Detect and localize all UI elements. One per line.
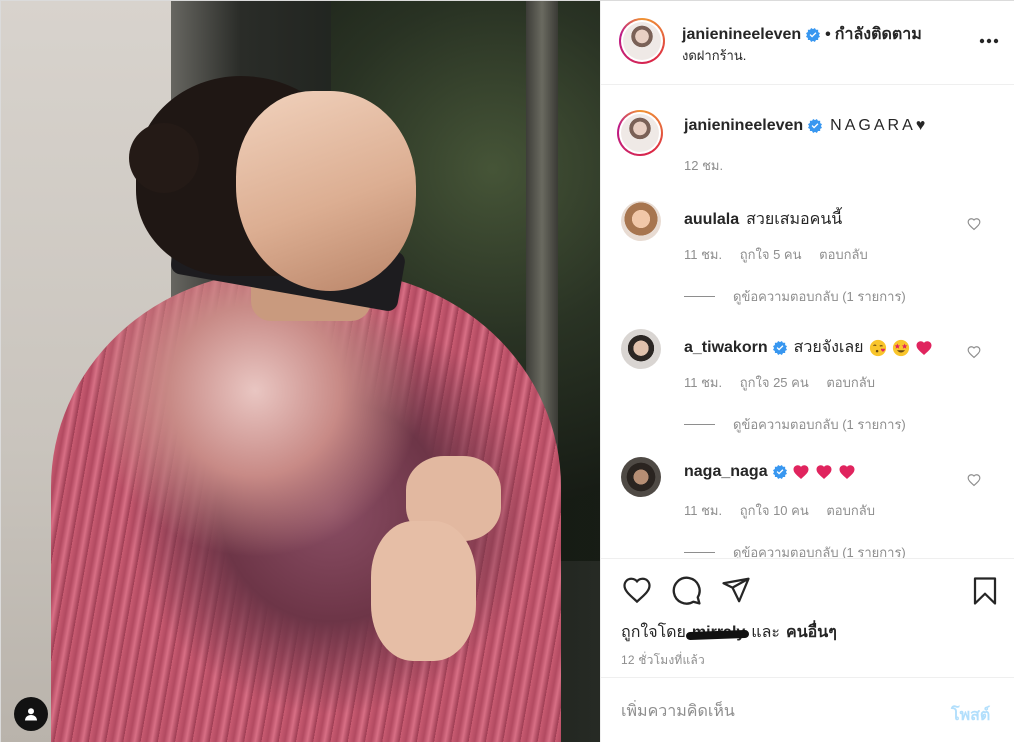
comment-item: a_tiwakorn สวยจังเลย 11 ชม. ถูกใจ 25 คน … xyxy=(601,329,1014,457)
comment-text: สวยจังเลย xyxy=(793,339,864,356)
likes-prefix: ถูกใจโดย xyxy=(621,624,686,641)
view-replies-button[interactable]: ดูข้อความตอบกลับ (1 รายการ) xyxy=(684,542,906,558)
commenter-username[interactable]: auulala xyxy=(684,211,739,229)
caption-username[interactable]: janienineeleven xyxy=(684,117,803,135)
caption: janienineeleven NAGARA♥ xyxy=(684,117,928,135)
red-heart-icon xyxy=(793,465,809,479)
post-sidebar: janienineeleven • กำลังติดตาม งดฝากร้าน. xyxy=(600,1,1014,742)
comment-body: naga_naga xyxy=(684,463,856,481)
post-actions: ถูกใจโดย mirraly และ คนอื่นๆ 12 ชั่วโมงท… xyxy=(601,558,1014,676)
replies-divider xyxy=(684,296,715,297)
star-struck-icon xyxy=(892,339,909,356)
replies-divider xyxy=(684,424,715,425)
comment-time[interactable]: 11 ชม. xyxy=(684,247,722,262)
comment-meta: 11 ชม. ถูกใจ 5 คน ตอบกลับ xyxy=(684,244,882,265)
comment-meta: 11 ชม. ถูกใจ 25 คน ตอบกลับ xyxy=(684,372,889,393)
reply-button[interactable]: ตอบกลับ xyxy=(819,247,868,262)
caption-time[interactable]: 12 ชม. xyxy=(684,155,723,176)
commenter-avatar[interactable] xyxy=(621,201,661,241)
following-button[interactable]: กำลังติดตาม xyxy=(835,22,922,47)
comment-likes[interactable]: ถูกใจ 25 คน xyxy=(740,375,809,390)
author-line: janienineeleven • กำลังติดตาม xyxy=(682,22,922,47)
author-username[interactable]: janienineeleven xyxy=(682,26,801,44)
comment-likes[interactable]: ถูกใจ 5 คน xyxy=(740,247,802,262)
verified-badge-icon xyxy=(808,119,823,133)
add-comment-bar: โพสต์ xyxy=(601,677,1014,742)
view-replies-label: ดูข้อความตอบกลับ (1 รายการ) xyxy=(733,545,906,558)
post-time-ago[interactable]: 12 ชั่วโมงที่แล้ว xyxy=(621,651,705,670)
comment-item: auulala สวยเสมอคนนี้ 11 ชม. ถูกใจ 5 คน ต… xyxy=(601,201,1014,329)
commenter-username[interactable]: naga_naga xyxy=(684,463,768,481)
likes-summary: ถูกใจโดย mirraly และ คนอื่นๆ xyxy=(621,620,837,645)
red-heart-icon xyxy=(816,465,832,479)
red-heart-icon xyxy=(839,465,855,479)
view-replies-button[interactable]: ดูข้อความตอบกลับ (1 รายการ) xyxy=(684,286,906,307)
redacted-liker-username[interactable]: mirraly xyxy=(692,624,745,642)
comment-likes[interactable]: ถูกใจ 10 คน xyxy=(740,503,809,518)
verified-badge-icon xyxy=(806,27,821,42)
commenter-avatar[interactable] xyxy=(621,457,661,497)
user-tag-button[interactable] xyxy=(14,697,48,731)
reply-button[interactable]: ตอบกลับ xyxy=(826,375,875,390)
verified-badge-icon xyxy=(772,340,787,355)
post-window: janienineeleven • กำลังติดตาม งดฝากร้าน. xyxy=(0,0,1014,742)
photo-hair-bun xyxy=(129,123,199,193)
likes-others-link[interactable]: คนอื่นๆ xyxy=(786,620,837,645)
bookmark-icon[interactable] xyxy=(970,575,1000,607)
view-replies-label: ดูข้อความตอบกลับ (1 รายการ) xyxy=(733,289,906,304)
commenter-avatar[interactable] xyxy=(621,329,661,369)
more-options-button[interactable] xyxy=(974,31,1004,51)
replies-divider xyxy=(684,552,715,553)
caption-author-avatar[interactable] xyxy=(617,110,663,156)
likes-and: และ xyxy=(751,624,781,641)
comment-body: auulala สวยเสมอคนนี้ xyxy=(684,207,842,232)
comment-input[interactable] xyxy=(621,700,921,724)
comment-icon[interactable] xyxy=(671,575,702,606)
comment-like-icon[interactable] xyxy=(967,473,981,487)
photo-hand xyxy=(371,521,476,661)
comment-item: naga_naga 11 ชม. ถูกใจ 10 คน ตอบกลับ ดูข… xyxy=(601,457,1014,558)
user-tag-icon xyxy=(25,708,37,721)
post-comment-button[interactable]: โพสต์ xyxy=(951,703,990,728)
more-options-icon xyxy=(979,38,999,44)
verified-badge-icon xyxy=(772,465,787,479)
separator-dot: • xyxy=(825,25,831,43)
post-location[interactable]: งดฝากร้าน. xyxy=(682,45,746,66)
reply-button[interactable]: ตอบกลับ xyxy=(826,503,875,518)
comment-like-icon[interactable] xyxy=(967,345,981,359)
commenter-username[interactable]: a_tiwakorn xyxy=(684,339,768,357)
comments-list[interactable]: janienineeleven NAGARA♥ 12 ชม. auulala ส… xyxy=(601,86,1014,558)
heart-icon[interactable] xyxy=(621,575,653,605)
view-replies-label: ดูข้อความตอบกลับ (1 รายการ) xyxy=(733,417,906,432)
share-icon[interactable] xyxy=(721,575,751,605)
comment-body: a_tiwakorn สวยจังเลย xyxy=(684,335,933,360)
caption-text: NAGARA♥ xyxy=(830,117,929,134)
comment-time[interactable]: 11 ชม. xyxy=(684,503,722,518)
comment-text: สวยเสมอคนนี้ xyxy=(746,211,843,228)
author-avatar[interactable] xyxy=(619,18,665,64)
view-replies-button[interactable]: ดูข้อความตอบกลับ (1 รายการ) xyxy=(684,414,906,435)
red-heart-icon xyxy=(916,340,932,355)
comment-meta: 11 ชม. ถูกใจ 10 คน ตอบกลับ xyxy=(684,500,889,521)
post-header: janienineeleven • กำลังติดตาม งดฝากร้าน. xyxy=(601,1,1014,85)
post-photo[interactable] xyxy=(1,1,600,742)
face-blowing-kiss-icon xyxy=(869,339,886,356)
comment-like-icon[interactable] xyxy=(967,217,981,231)
comment-time[interactable]: 11 ชม. xyxy=(684,375,722,390)
